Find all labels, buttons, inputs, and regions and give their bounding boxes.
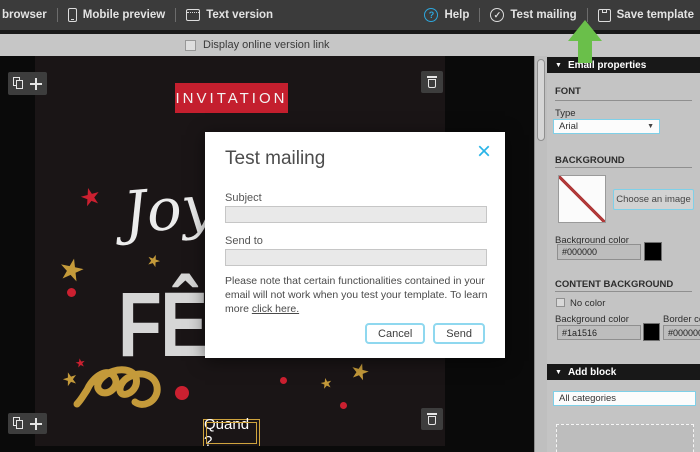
section-divider xyxy=(555,291,692,292)
options-bar: Display online version link xyxy=(0,34,700,56)
mobile-preview-button[interactable]: Mobile preview xyxy=(68,8,165,22)
collapse-triangle-icon: ▼ xyxy=(555,62,562,69)
canvas-scrollbar-thumb[interactable] xyxy=(537,59,545,141)
no-color-label: No color xyxy=(570,298,605,309)
content-background-color-input[interactable] xyxy=(557,325,641,340)
dot-decoration xyxy=(340,402,347,409)
email-editor-window: browser Mobile preview Text version ? He… xyxy=(0,0,700,452)
subject-input[interactable] xyxy=(225,206,487,223)
send-button[interactable]: Send xyxy=(433,323,485,344)
browser-preview-label: browser xyxy=(2,9,47,21)
duplicate-block-icon[interactable] xyxy=(13,77,24,90)
save-icon xyxy=(598,9,611,22)
dialog-note: Please note that certain functionalities… xyxy=(225,274,491,316)
dialog-buttons: Cancel Send xyxy=(365,323,485,344)
test-mailing-label: Test mailing xyxy=(510,9,576,21)
background-image-preview xyxy=(558,175,606,223)
toolbar-left-group: browser Mobile preview Text version xyxy=(0,8,273,22)
border-color-input[interactable] xyxy=(663,325,700,340)
display-online-version-checkbox[interactable] xyxy=(185,40,196,51)
section-divider xyxy=(555,100,692,101)
gold-ribbon-decoration xyxy=(73,358,165,414)
help-icon: ? xyxy=(424,8,438,22)
star-decoration: ★ xyxy=(319,375,334,391)
background-color-swatch[interactable] xyxy=(644,242,662,261)
block-controls-bottom xyxy=(8,413,47,434)
star-decoration: ★ xyxy=(144,252,163,272)
text-version-button[interactable]: Text version xyxy=(186,9,273,21)
save-template-button[interactable]: Save template xyxy=(598,9,694,22)
type-label: Type xyxy=(555,108,576,119)
draggable-block-placeholder[interactable] xyxy=(556,424,694,452)
content-background-color-label: Background color xyxy=(555,314,629,325)
choose-image-button[interactable]: Choose an image xyxy=(613,189,694,210)
email-properties-title: Email properties xyxy=(568,60,646,71)
add-block-title: Add block xyxy=(568,367,616,378)
right-sidebar: ▼ Email properties FONT Type Arial ▼ BAC… xyxy=(547,56,700,452)
add-block-header[interactable]: ▼ Add block xyxy=(547,364,700,380)
toolbar-separator xyxy=(479,8,480,22)
test-mailing-button[interactable]: ✓ Test mailing xyxy=(490,8,576,22)
no-color-checkbox[interactable] xyxy=(556,298,565,307)
content-background-section-label: CONTENT BACKGROUND xyxy=(555,279,673,290)
send-to-input[interactable] xyxy=(225,249,487,266)
delete-block-button-bottom[interactable] xyxy=(421,408,443,430)
background-section-label: BACKGROUND xyxy=(555,155,625,166)
save-template-label: Save template xyxy=(617,9,694,21)
email-properties-header[interactable]: ▼ Email properties xyxy=(547,57,700,73)
click-here-link[interactable]: click here. xyxy=(252,303,299,315)
font-type-dropdown[interactable]: Arial ▼ xyxy=(553,119,660,134)
send-to-label: Send to xyxy=(225,235,263,247)
star-decoration: ★ xyxy=(77,184,104,213)
star-decoration: ★ xyxy=(347,359,372,385)
close-icon[interactable]: × xyxy=(477,140,491,164)
font-section-label: FONT xyxy=(555,86,581,97)
move-block-icon[interactable] xyxy=(30,418,42,430)
subject-label: Subject xyxy=(225,192,262,204)
toolbar-separator xyxy=(57,8,58,22)
trash-icon xyxy=(427,76,437,78)
dot-decoration xyxy=(175,386,189,400)
invitation-banner-block[interactable]: INVITATION xyxy=(175,83,288,113)
chevron-down-icon: ▼ xyxy=(647,123,654,130)
collapse-triangle-icon: ▼ xyxy=(555,369,562,376)
test-mailing-dialog: Test mailing × Subject Send to Please no… xyxy=(205,132,505,358)
section-divider xyxy=(555,167,692,168)
mobile-phone-icon xyxy=(68,8,77,22)
border-color-label: Border color xyxy=(663,314,700,325)
mobile-preview-label: Mobile preview xyxy=(83,9,165,21)
browser-preview-button[interactable]: browser xyxy=(2,9,47,21)
dialog-title: Test mailing xyxy=(225,148,325,170)
display-online-version-label: Display online version link xyxy=(203,39,330,51)
text-version-icon xyxy=(186,9,200,21)
duplicate-block-icon[interactable] xyxy=(13,417,24,430)
cancel-button[interactable]: Cancel xyxy=(365,323,425,344)
font-type-value: Arial xyxy=(559,121,578,132)
check-circle-icon: ✓ xyxy=(490,8,504,22)
text-version-label: Text version xyxy=(206,9,273,21)
canvas-scrollbar-track[interactable] xyxy=(534,56,547,452)
toolbar-right-group: ? Help ✓ Test mailing Save template xyxy=(424,8,700,22)
block-controls-top xyxy=(8,72,47,95)
quand-text-block[interactable]: Quand ? xyxy=(203,419,260,446)
toolbar-separator xyxy=(175,8,176,22)
help-label: Help xyxy=(444,9,469,21)
move-block-icon[interactable] xyxy=(30,78,42,90)
delete-block-button-top[interactable] xyxy=(421,71,443,93)
background-color-input[interactable] xyxy=(557,244,641,260)
block-category-dropdown[interactable]: All categories xyxy=(553,391,696,406)
star-decoration: ★ xyxy=(55,254,88,289)
toolbar-shadow-strip xyxy=(0,30,700,34)
help-button[interactable]: ? Help xyxy=(424,8,469,22)
content-background-color-swatch[interactable] xyxy=(643,323,660,341)
toolbar-separator xyxy=(587,8,588,22)
top-toolbar: browser Mobile preview Text version ? He… xyxy=(0,0,700,30)
dot-decoration xyxy=(280,377,287,384)
dot-decoration xyxy=(67,288,76,297)
block-category-value: All categories xyxy=(559,393,616,404)
trash-icon xyxy=(427,413,437,415)
